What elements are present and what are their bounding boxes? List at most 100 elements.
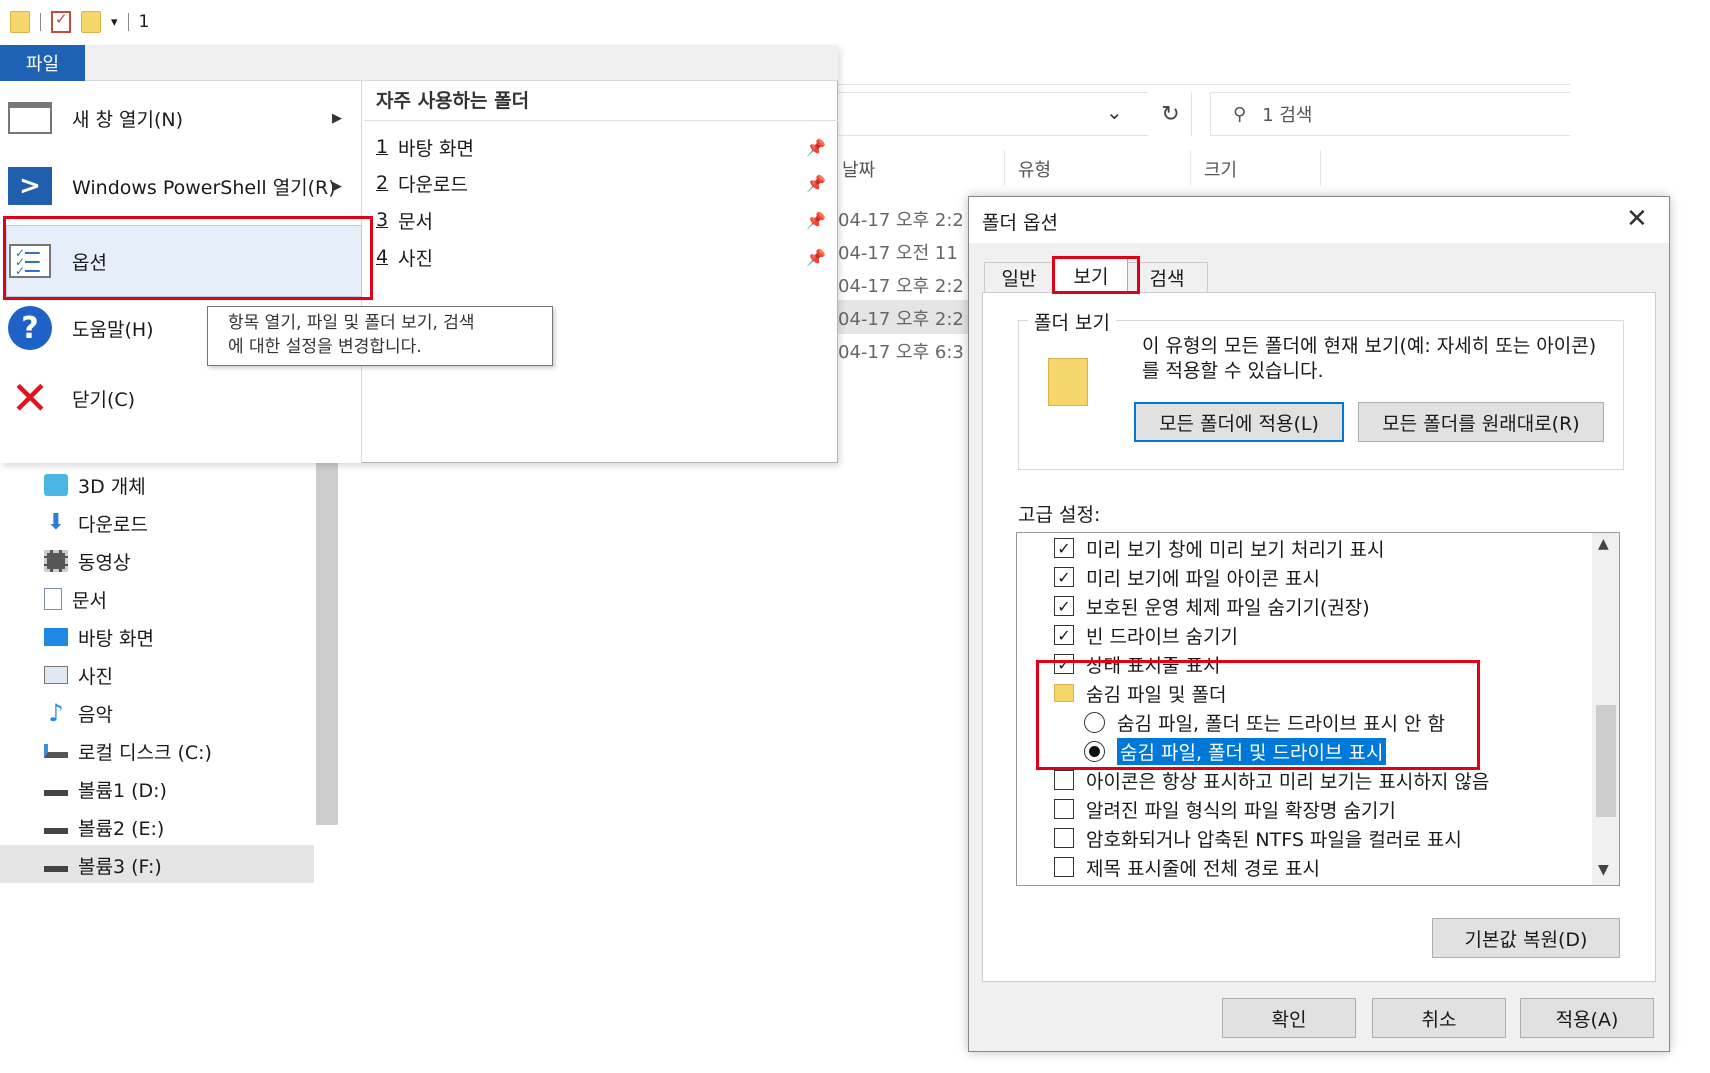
- customize-toolbar-icon[interactable]: ▾: [111, 15, 118, 30]
- column-header-size[interactable]: 크기: [1204, 156, 1237, 182]
- setting-item[interactable]: ✓ 보호된 운영 체제 파일 숨기기(권장): [1054, 592, 1370, 620]
- file-date: 04-17 오후 2:2: [838, 276, 964, 297]
- nav-label: 로컬 디스크 (C:): [78, 741, 212, 764]
- nav-item-volume1[interactable]: 볼륨1 (D:): [44, 771, 167, 807]
- restore-defaults-button[interactable]: 기본값 복원(D): [1432, 918, 1620, 958]
- scroll-up-icon[interactable]: ▲: [1598, 536, 1609, 552]
- nav-item-volume2[interactable]: 볼륨2 (E:): [44, 809, 164, 845]
- menu-item-label: Windows PowerShell 열기(R): [72, 176, 336, 199]
- pin-icon[interactable]: 📌: [806, 174, 826, 193]
- setting-label: 알려진 파일 형식의 파일 확장명 숨기기: [1086, 799, 1396, 822]
- menu-item-label: 닫기(C): [72, 388, 136, 411]
- checkbox-unchecked-icon[interactable]: [1054, 828, 1074, 848]
- scrollbar-thumb[interactable]: [1596, 705, 1616, 817]
- nav-item-downloads[interactable]: ⬇ 다운로드: [44, 505, 148, 541]
- toolbar-separator: [40, 13, 41, 31]
- recent-folder-number: 3: [376, 209, 389, 231]
- setting-item[interactable]: 아이콘은 항상 표시하고 미리 보기는 표시하지 않음: [1054, 766, 1489, 794]
- nav-item-pictures[interactable]: 사진: [44, 657, 113, 693]
- checkbox-unchecked-icon[interactable]: [1054, 799, 1074, 819]
- recent-folder-label: 다운로드: [398, 173, 468, 196]
- column-header-date[interactable]: 날짜: [842, 156, 875, 182]
- powershell-icon: >: [8, 164, 52, 208]
- setting-item[interactable]: 암호화되거나 압축된 NTFS 파일을 컬러로 표시: [1054, 824, 1462, 852]
- search-input[interactable]: ⚲ 1 검색: [1210, 92, 1570, 136]
- nav-scrollbar[interactable]: [316, 450, 338, 825]
- recent-folder-number: 4: [376, 246, 389, 268]
- help-icon: ?: [8, 306, 52, 350]
- nav-item-desktop[interactable]: 바탕 화면: [44, 619, 154, 655]
- pin-icon[interactable]: 📌: [806, 138, 826, 157]
- setting-item[interactable]: ✓ 빈 드라이브 숨기기: [1054, 621, 1238, 649]
- nav-item-music[interactable]: ♪ 음악: [44, 695, 113, 731]
- close-icon[interactable]: ✕: [1626, 204, 1648, 234]
- nav-item-3d-objects[interactable]: 3D 개체: [44, 467, 146, 503]
- folder-icon[interactable]: [10, 11, 30, 33]
- setting-item[interactable]: ✓ 미리 보기에 파일 아이콘 표시: [1054, 563, 1320, 591]
- scroll-down-icon[interactable]: ▼: [1598, 862, 1609, 878]
- search-placeholder: 1 검색: [1262, 105, 1313, 126]
- chevron-down-icon[interactable]: ⌄: [1106, 100, 1123, 124]
- checkbox-unchecked-icon[interactable]: [1054, 857, 1074, 877]
- file-date: 04-17 오후 2:2: [838, 309, 964, 330]
- document-icon: [44, 588, 62, 610]
- cancel-button[interactable]: 취소: [1372, 998, 1506, 1038]
- nav-item-documents[interactable]: 문서: [44, 581, 107, 617]
- recent-folder-item[interactable]: 3 문서 📌: [376, 204, 826, 236]
- nav-label: 다운로드: [78, 513, 148, 536]
- search-icon: ⚲: [1233, 103, 1247, 125]
- recent-folder-label: 사진: [398, 247, 433, 270]
- nav-label: 문서: [72, 589, 107, 612]
- recent-folder-item[interactable]: 2 다운로드 📌: [376, 167, 826, 199]
- nav-item-videos[interactable]: 동영상: [44, 543, 130, 579]
- tab-file[interactable]: 파일: [0, 45, 85, 81]
- highlight-box-view-tab: [1052, 256, 1140, 294]
- ribbon-divider: [838, 84, 1570, 85]
- refresh-icon[interactable]: ↻: [1150, 92, 1192, 136]
- quick-access-toolbar: ▾ 1: [10, 6, 149, 38]
- recent-folder-item[interactable]: 1 바탕 화면 📌: [376, 131, 826, 163]
- setting-item[interactable]: 알려진 파일 형식의 파일 확장명 숨기기: [1054, 795, 1396, 823]
- checkbox-checked-icon[interactable]: ✓: [1054, 625, 1074, 645]
- 3d-objects-icon: [44, 474, 68, 496]
- setting-label: 미리 보기 창에 미리 보기 처리기 표시: [1086, 538, 1385, 561]
- column-divider: [1190, 150, 1191, 186]
- checkbox-checked-icon[interactable]: ✓: [1054, 596, 1074, 616]
- tooltip-line: 항목 열기, 파일 및 폴더 보기, 검색: [228, 313, 475, 333]
- properties-icon[interactable]: [51, 10, 71, 33]
- nav-label: 볼륨1 (D:): [78, 779, 167, 802]
- pin-icon[interactable]: 📌: [806, 211, 826, 230]
- nav-item-local-disk[interactable]: 로컬 디스크 (C:): [44, 733, 212, 769]
- pin-icon[interactable]: 📌: [806, 248, 826, 267]
- setting-label: 미리 보기에 파일 아이콘 표시: [1086, 567, 1320, 590]
- download-icon: ⬇: [46, 510, 66, 535]
- options-tooltip: 항목 열기, 파일 및 폴더 보기, 검색 에 대한 설정을 변경합니다.: [207, 306, 553, 366]
- address-bar[interactable]: [838, 92, 1148, 136]
- menu-item-label: 새 창 열기(N): [72, 108, 184, 131]
- frequent-folders-divider: [364, 120, 838, 121]
- setting-item[interactable]: ✓ 미리 보기 창에 미리 보기 처리기 표시: [1054, 534, 1384, 562]
- recent-folder-number: 1: [376, 136, 389, 158]
- checkbox-checked-icon[interactable]: ✓: [1054, 567, 1074, 587]
- new-window-menu-item[interactable]: 새 창 열기(N) ▶: [8, 92, 360, 144]
- nav-label: 동영상: [78, 551, 131, 574]
- folder-view-label: 폴더 보기: [1028, 308, 1116, 335]
- recent-folder-number: 2: [376, 172, 389, 194]
- close-menu-item[interactable]: ✕ 닫기(C): [8, 371, 360, 425]
- new-window-icon: [8, 96, 52, 140]
- setting-item[interactable]: 제목 표시줄에 전체 경로 표시: [1054, 853, 1320, 881]
- ok-button[interactable]: 확인: [1222, 998, 1356, 1038]
- apply-button[interactable]: 적용(A): [1520, 998, 1654, 1038]
- nav-item-volume3[interactable]: 볼륨3 (F:): [44, 847, 162, 883]
- recent-folder-item[interactable]: 4 사진 📌: [376, 241, 826, 273]
- music-icon: ♪: [48, 699, 64, 727]
- new-folder-icon[interactable]: [81, 11, 101, 33]
- reset-all-folders-button[interactable]: 모든 폴더를 원래대로(R): [1358, 402, 1604, 442]
- column-divider: [1320, 150, 1321, 186]
- column-header-type[interactable]: 유형: [1018, 156, 1051, 182]
- powershell-menu-item[interactable]: > Windows PowerShell 열기(R) ▶: [8, 160, 360, 212]
- tab-general[interactable]: 일반: [984, 262, 1054, 292]
- apply-to-all-folders-button[interactable]: 모든 폴더에 적용(L): [1134, 402, 1344, 442]
- checkbox-unchecked-icon[interactable]: [1054, 770, 1074, 790]
- checkbox-checked-icon[interactable]: ✓: [1054, 538, 1074, 558]
